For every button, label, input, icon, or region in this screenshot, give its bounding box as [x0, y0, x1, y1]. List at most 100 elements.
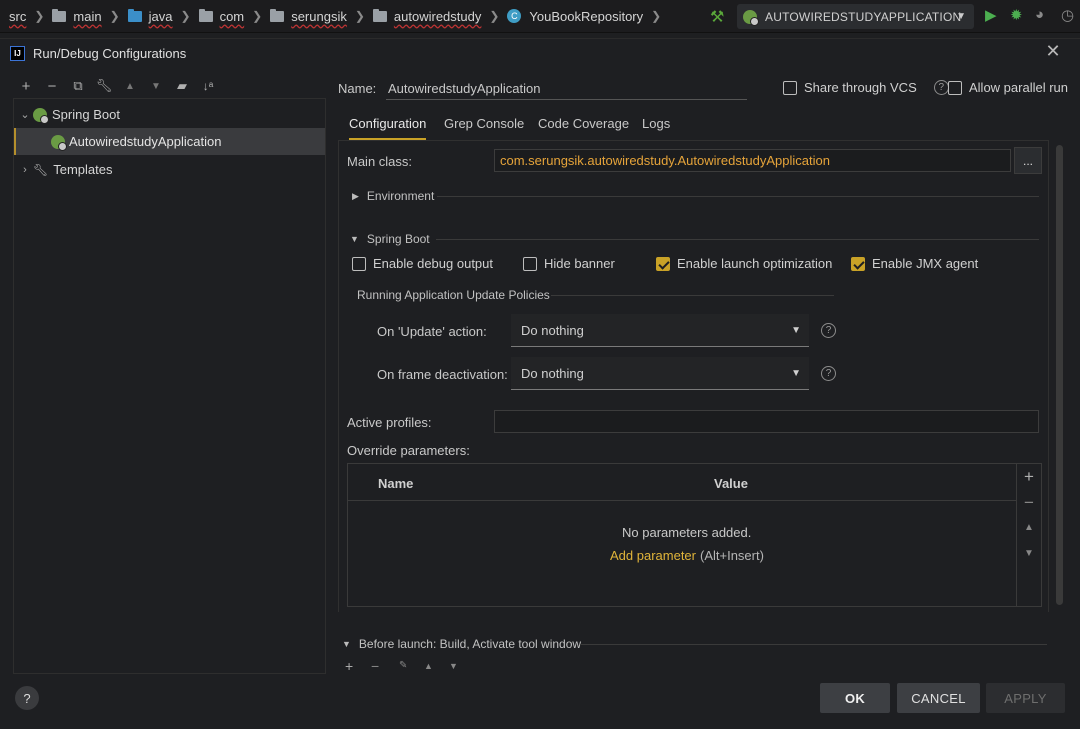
build-hammer-icon[interactable]: ⚒ [710, 7, 724, 27]
apply-button[interactable]: APPLY [986, 683, 1065, 713]
breadcrumb-serungsik[interactable]: serungsik ❯ [270, 0, 373, 33]
tree-item-spring-boot[interactable]: ⌄ Spring Boot [14, 101, 325, 128]
update-policies-heading: Running Application Update Policies [357, 288, 550, 302]
breadcrumb-com[interactable]: com ❯ [198, 0, 271, 33]
help-button[interactable]: ? [15, 686, 39, 710]
help-icon[interactable]: ? [933, 80, 949, 95]
tree-item-templates[interactable]: › 🔧︎ Templates [14, 156, 325, 183]
close-icon[interactable]: ✕ [1044, 42, 1062, 60]
on-frame-dropdown[interactable]: Do nothing ▼ [511, 357, 809, 390]
spring-boot-section[interactable]: ▼ Spring Boot [350, 232, 430, 246]
name-value: AutowiredstudyApplication [388, 81, 541, 96]
cancel-button[interactable]: CANCEL [897, 683, 980, 713]
section-divider [580, 644, 1047, 645]
environment-section[interactable]: ▶ Environment [352, 189, 434, 203]
allow-parallel-checkbox[interactable]: Allow parallel run [948, 80, 1068, 95]
breadcrumb-main[interactable]: main ❯ [52, 0, 127, 33]
breadcrumb-src[interactable]: src ❯ [9, 0, 52, 33]
active-profiles-label: Active profiles: [347, 415, 432, 430]
checkbox-box [851, 256, 865, 271]
checkbox-box [948, 80, 962, 95]
folder-icon [52, 8, 67, 22]
before-launch-section[interactable]: ▼ Before launch: Build, Activate tool wi… [342, 637, 581, 651]
tree-item-autowiredstudy-application[interactable]: AutowiredstudyApplication [14, 128, 325, 155]
remove-icon[interactable]: − [41, 75, 63, 97]
tab-logs[interactable]: Logs [642, 116, 670, 140]
debug-icon[interactable]: ✹ [1010, 6, 1023, 24]
add-icon[interactable]: + [15, 75, 37, 97]
breadcrumb-autowiredstudy[interactable]: autowiredstudy ❯ [372, 0, 508, 33]
chevron-down-icon: ▼ [342, 639, 351, 649]
help-icon[interactable]: ? [821, 323, 836, 338]
add-icon[interactable]: + [1019, 467, 1039, 487]
chevron-right-icon: ❯ [354, 9, 365, 23]
browse-button[interactable]: ... [1014, 147, 1042, 174]
chevron-right-icon: ❯ [180, 9, 191, 23]
move-down-icon[interactable]: ▼ [449, 661, 458, 670]
checkbox-box [523, 256, 537, 271]
main-class-value: com.serungsik.autowiredstudy.Autowiredst… [500, 153, 830, 168]
active-profiles-field[interactable] [494, 410, 1039, 433]
breadcrumb-youbookrepository[interactable]: C YouBookRepository ❯ [507, 0, 669, 33]
tab-configuration[interactable]: Configuration [349, 116, 427, 140]
wrench-icon[interactable]: 🔧︎ [93, 75, 115, 97]
coverage-icon[interactable]: ◕ [1035, 6, 1044, 23]
before-launch-toolbar: + − ✎ ▲ ▼ [338, 660, 1049, 670]
chevron-down-icon: ▼ [791, 324, 801, 336]
move-up-icon[interactable]: ▲ [1019, 522, 1039, 533]
chevron-right-icon: ❯ [252, 9, 263, 23]
dropdown-value: Do nothing [521, 322, 584, 338]
hide-banner-checkbox[interactable]: Hide banner [523, 256, 615, 271]
share-vcs-checkbox[interactable]: Share through VCS ? [783, 80, 949, 95]
sort-icon[interactable]: ↓ᵃ [197, 75, 219, 97]
enable-debug-output-checkbox[interactable]: Enable debug output [352, 256, 493, 271]
run-configuration-selector[interactable]: AUTOWIREDSTUDYAPPLICATION ▼ [737, 4, 974, 29]
add-icon[interactable]: + [345, 660, 353, 670]
tree-item-label: Spring Boot [52, 107, 120, 122]
run-icon[interactable]: ▶ [985, 6, 997, 24]
chevron-right-icon: ❯ [651, 9, 662, 23]
breadcrumb-label: src [9, 8, 27, 24]
tab-grep-console[interactable]: Grep Console [444, 116, 524, 140]
run-configuration-label: AUTOWIREDSTUDYAPPLICATION [765, 9, 962, 24]
tab-code-coverage[interactable]: Code Coverage [538, 116, 629, 140]
breadcrumb-java[interactable]: java ❯ [127, 0, 199, 33]
move-down-icon[interactable]: ▼ [145, 75, 167, 97]
main-class-field[interactable]: com.serungsik.autowiredstudy.Autowiredst… [494, 149, 1011, 172]
ok-button[interactable]: OK [820, 683, 890, 713]
column-header-value[interactable]: Value [714, 476, 748, 491]
spring-boot-icon [51, 134, 67, 151]
spring-boot-section-label: Spring Boot [366, 232, 430, 246]
edit-icon[interactable]: ✎ [399, 660, 407, 670]
breadcrumb-label: main [73, 8, 102, 24]
remove-icon[interactable]: − [371, 660, 379, 670]
enable-launch-optimization-checkbox[interactable]: Enable launch optimization [656, 256, 832, 271]
folder-icon [198, 8, 213, 22]
remove-icon[interactable]: − [1019, 493, 1039, 513]
on-update-dropdown[interactable]: Do nothing ▼ [511, 314, 809, 347]
profile-icon[interactable]: ◷ [1061, 6, 1074, 24]
move-down-icon[interactable]: ▼ [1019, 548, 1039, 559]
chevron-right-icon: ❯ [109, 9, 120, 23]
add-parameter-link[interactable]: Add parameter [610, 548, 696, 563]
before-launch-label: Before launch: Build, Activate tool wind… [358, 637, 582, 651]
section-divider [436, 239, 1039, 240]
dialog-title-text: Run/Debug Configurations [33, 45, 187, 61]
checkbox-label: Enable JMX agent [872, 256, 979, 271]
checkbox-label: Enable launch optimization [677, 256, 833, 271]
folder-icon [270, 8, 285, 22]
copy-icon[interactable]: ⧉ [67, 75, 89, 97]
name-field[interactable]: AutowiredstudyApplication [386, 78, 747, 100]
scrollbar[interactable] [1056, 145, 1063, 605]
wrench-icon: 🔧︎ [33, 162, 49, 177]
new-folder-icon[interactable]: ▰ [171, 75, 193, 97]
chevron-down-icon: ⌄ [20, 109, 30, 121]
move-up-icon[interactable]: ▲ [119, 75, 141, 97]
table-header: Name Value [348, 464, 1016, 501]
breadcrumb-label: YouBookRepository [529, 8, 644, 24]
move-up-icon[interactable]: ▲ [424, 661, 433, 670]
checkbox-label: Allow parallel run [969, 80, 1068, 95]
help-icon[interactable]: ? [821, 366, 836, 381]
enable-jmx-agent-checkbox[interactable]: Enable JMX agent [851, 256, 978, 271]
column-header-name[interactable]: Name [378, 476, 413, 491]
